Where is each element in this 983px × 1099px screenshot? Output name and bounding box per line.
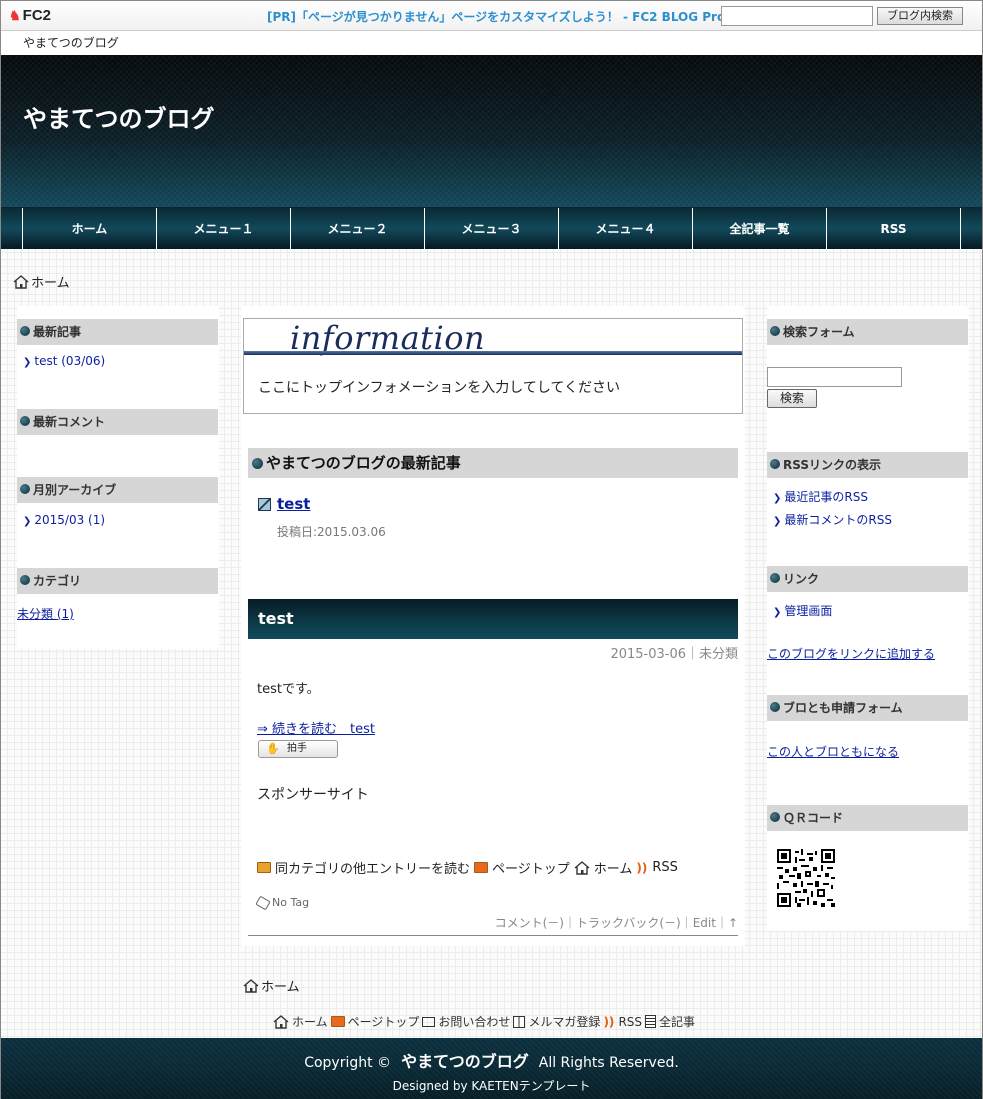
rss-recent-entries-link[interactable]: 最近記事のRSS — [773, 488, 868, 505]
bottom-breadcrumb-home[interactable]: ホーム — [261, 976, 300, 995]
nav-item-menu3[interactable]: メニュー３ — [425, 208, 559, 250]
monthly-archive-heading: 月別アーカイブ — [17, 477, 218, 503]
site-footer: Copyright © やまてつのブログ All Rights Reserved. … — [1, 1038, 982, 1099]
fc2-blog-name-bar: やまてつのブログ — [1, 31, 982, 55]
entry-rss-link[interactable]: RSS — [652, 860, 678, 875]
entry-title[interactable]: test — [248, 599, 738, 639]
copyright-prefix: Copyright © — [304, 1055, 392, 1071]
copyright: Copyright © やまてつのブログ All Rights Reserved. — [1, 1048, 982, 1072]
home-icon — [243, 978, 259, 993]
blog-search-input[interactable] — [721, 6, 873, 26]
fc2-logo-icon: ♞ — [9, 8, 21, 23]
footer-home-link[interactable]: ホーム — [292, 1013, 328, 1030]
blog-search-button[interactable]: ブログ内検索 — [877, 7, 963, 25]
info-divider — [244, 351, 742, 355]
fc2-logo-text: FC2 — [22, 7, 51, 24]
admin-link[interactable]: 管理画面 — [773, 602, 832, 619]
entry-nav-links: 同カテゴリの他エントリーを読む ページトップ ホーム )) RSS — [257, 858, 678, 877]
qr-code-heading: ＱＲコード — [767, 805, 968, 831]
rss-heading: RSSリンクの表示 — [767, 452, 968, 478]
links-heading: リンク — [767, 566, 968, 592]
info-text: ここにトップインフォメーションを入力してしてください — [258, 380, 621, 396]
site-header: やまてつのブログ — [1, 55, 982, 207]
latest-entry-date: 投稿日:2015.03.06 — [277, 525, 386, 539]
footer-links: ホーム ページトップ お問い合わせ メルマガ登録 )) RSS 全記事 — [273, 1013, 695, 1030]
info-box: information ここにトップインフォメーションを入力してしてください — [243, 318, 743, 414]
entry-divider — [248, 935, 738, 936]
nav-item-menu1[interactable]: メニュー１ — [157, 208, 291, 250]
home-icon — [273, 1014, 289, 1029]
entry-footer-links[interactable]: コメント(－)｜トラックバック(－)｜Edit｜↑ — [495, 914, 738, 931]
left-sidebar: 最新記事 test (03/06) 最新コメント 月別アーカイブ 2015/03… — [17, 306, 219, 649]
home-icon — [13, 274, 29, 289]
rss-icon: )) — [603, 1014, 615, 1029]
sidebar-search-button[interactable]: 検索 — [767, 389, 817, 408]
footer-all-entries-link[interactable]: 全記事 — [659, 1013, 695, 1030]
archive-link[interactable]: 2015/03 (1) — [23, 513, 105, 527]
qr-code-image — [777, 849, 835, 907]
right-sidebar: 検索フォーム 検索 RSSリンクの表示 最近記事のRSS 最新コメントのRSS … — [767, 306, 969, 931]
breadcrumb-home[interactable]: ホーム — [31, 272, 70, 291]
folder-icon — [257, 862, 271, 873]
copyright-suffix: All Rights Reserved. — [538, 1055, 679, 1071]
fc2-blog-name[interactable]: やまてつのブログ — [23, 34, 119, 51]
nav-item-all-entries[interactable]: 全記事一覧 — [693, 208, 827, 250]
tag-text: No Tag — [272, 896, 310, 909]
add-blog-link[interactable]: このブログをリンクに追加する — [767, 645, 935, 662]
latest-entries-heading: やまてつのブログの最新記事 — [248, 448, 738, 478]
entry-meta: 2015-03-06｜未分類 — [610, 647, 738, 662]
footer-contact-link[interactable]: お問い合わせ — [438, 1013, 510, 1030]
category-heading: カテゴリ — [17, 568, 218, 594]
recent-entry-link[interactable]: test (03/06) — [23, 354, 105, 368]
footer-rss-link[interactable]: RSS — [618, 1015, 642, 1029]
fc2-logo[interactable]: ♞ FC2 — [9, 7, 51, 24]
page-top-link[interactable]: ページトップ — [492, 858, 570, 877]
nav-item-menu4[interactable]: メニュー４ — [559, 208, 693, 250]
footer-page-top-link[interactable]: ページトップ — [348, 1013, 420, 1030]
become-friend-link[interactable]: この人とブロともになる — [767, 743, 899, 760]
fc2-ad-link[interactable]: [PR]「ページが見つかりません」ページをカスタマイズしよう！ - FC2 BL… — [267, 8, 725, 25]
search-form-heading: 検索フォーム — [767, 319, 968, 345]
friend-form-heading: ブロとも申請フォーム — [767, 695, 968, 721]
read-more-link[interactable]: ⇒ 続きを読む test — [257, 718, 375, 737]
rss-recent-comments-link[interactable]: 最新コメントのRSS — [773, 511, 892, 528]
tag-line: No Tag — [255, 895, 310, 910]
sidebar-search-input[interactable] — [767, 367, 902, 387]
entry-body: testです。 — [257, 682, 320, 697]
nav-item-rss[interactable]: RSS — [827, 208, 961, 250]
book-icon — [513, 1015, 526, 1028]
nav-item-menu2[interactable]: メニュー２ — [291, 208, 425, 250]
nav-item-home[interactable]: ホーム — [23, 208, 157, 250]
breadcrumb: ホーム — [13, 272, 70, 291]
bottom-breadcrumb: ホーム — [243, 976, 300, 995]
page-top-icon — [474, 862, 489, 873]
latest-entry-link[interactable]: test — [277, 495, 310, 513]
rss-icon: )) — [636, 860, 648, 875]
home-icon — [574, 860, 590, 875]
clap-button[interactable]: 拍手 — [258, 740, 338, 758]
copyright-blog-name[interactable]: やまてつのブログ — [401, 1052, 529, 1071]
mail-icon — [422, 1016, 436, 1027]
tag-icon — [255, 895, 271, 910]
sponsor-site-label: スポンサーサイト — [257, 787, 369, 803]
footer-mail-magazine-link[interactable]: メルマガ登録 — [528, 1013, 600, 1030]
recent-entries-heading: 最新記事 — [17, 319, 218, 345]
page-top-icon — [330, 1016, 345, 1027]
entry-home-link[interactable]: ホーム — [594, 858, 633, 877]
document-icon — [645, 1015, 657, 1028]
same-category-link[interactable]: 同カテゴリの他エントリーを読む — [275, 858, 470, 877]
entry-icon — [258, 498, 271, 511]
recent-comments-heading: 最新コメント — [17, 409, 218, 435]
fc2-toolbar: ♞ FC2 [PR]「ページが見つかりません」ページをカスタマイズしよう！ - F… — [1, 1, 982, 31]
site-title[interactable]: やまてつのブログ — [23, 99, 215, 134]
category-link[interactable]: 未分類 (1) — [17, 605, 74, 622]
designed-by[interactable]: Designed by KAETENテンプレート — [1, 1077, 982, 1094]
main-content: information ここにトップインフォメーションを入力してしてください や… — [241, 306, 745, 946]
global-nav: ホーム メニュー１ メニュー２ メニュー３ メニュー４ 全記事一覧 RSS — [1, 207, 982, 250]
